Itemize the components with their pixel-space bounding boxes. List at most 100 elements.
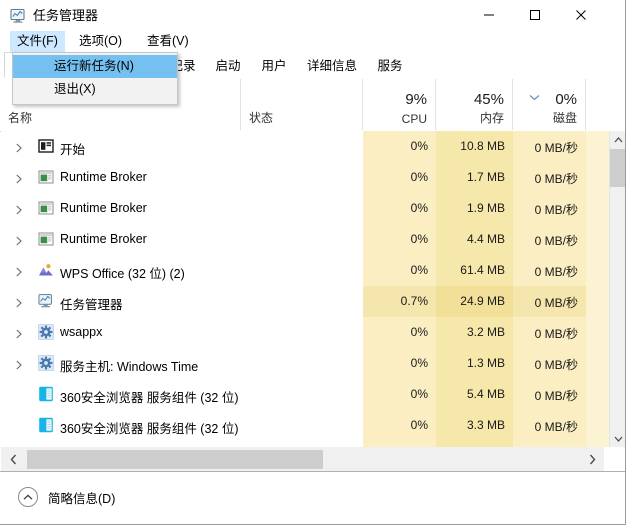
column-header-disk[interactable]: 0% 磁盘 — [512, 79, 585, 130]
horizontal-scrollbar[interactable] — [1, 447, 625, 471]
chevron-right-icon[interactable] — [15, 173, 23, 184]
process-disk-cell: 0 MB/秒 — [513, 193, 586, 224]
column-header-spacer — [585, 79, 625, 130]
process-name-cell: WPS Office (32 位) (2) — [1, 255, 241, 286]
scroll-left-icon[interactable] — [1, 447, 25, 471]
table-row[interactable]: Runtime Broker 0% 1.7 MB 0 MB/秒 — [1, 162, 609, 193]
chevron-right-icon[interactable] — [15, 142, 23, 153]
cpu-total-percent: 9% — [405, 91, 427, 108]
vertical-scrollbar[interactable] — [609, 131, 625, 447]
start-window-icon — [38, 138, 54, 154]
menu-view[interactable]: 查看(V) — [140, 31, 196, 52]
column-header-memory[interactable]: 45% 内存 — [435, 79, 512, 130]
tab-4[interactable]: 用户 — [252, 52, 296, 78]
process-name-cell: Runtime Broker — [1, 162, 241, 193]
column-header-status[interactable]: 状态 — [240, 79, 540, 130]
process-name-cell: 服务主机: Windows Time — [1, 348, 241, 379]
tab-3[interactable]: 启动 — [206, 52, 250, 78]
process-status-cell — [241, 255, 363, 286]
process-disk-cell: 0 MB/秒 — [513, 286, 586, 317]
row-tail-cell — [586, 193, 609, 224]
tab-5[interactable]: 详细信息 — [298, 52, 366, 78]
table-row[interactable]: WPS Office (32 位) (2) 0% 61.4 MB 0 MB/秒 — [1, 255, 609, 286]
fewer-details-button[interactable]: 简略信息(D) — [18, 486, 115, 508]
chevron-right-icon[interactable] — [15, 266, 23, 277]
table-row[interactable]: 360安全浏览器 服务组件 (32 位) 0% 5.4 MB 0 MB/秒 — [1, 379, 609, 410]
table-row[interactable]: Runtime Broker 0% 4.4 MB 0 MB/秒 — [1, 224, 609, 255]
process-disk-value: 0 MB/秒 — [534, 141, 578, 155]
process-name-cell: Runtime Broker — [1, 193, 241, 224]
process-memory-value: 3.2 MB — [466, 325, 505, 339]
process-memory-cell: 10.8 MB — [436, 131, 513, 162]
process-cpu-cell: 0% — [363, 410, 436, 441]
process-cpu-cell: 0.7% — [363, 286, 436, 317]
process-memory-value: 24.9 MB — [460, 294, 505, 308]
process-memory-cell: 3.2 MB — [436, 317, 513, 348]
table-row[interactable]: wsappx 0% 3.2 MB 0 MB/秒 — [1, 317, 609, 348]
column-header-cpu-label: CPU — [401, 112, 427, 126]
table-row[interactable]: 开始 0% 10.8 MB 0 MB/秒 — [1, 131, 609, 162]
scroll-down-icon[interactable] — [610, 430, 625, 447]
menu-options[interactable]: 选项(O) — [72, 31, 129, 52]
process-disk-cell: 0 MB/秒 — [513, 379, 586, 410]
file-dropdown-menu: 运行新任务(N) 退出(X) — [12, 52, 178, 105]
menu-file[interactable]: 文件(F) — [10, 31, 65, 52]
process-name-label: Runtime Broker — [60, 232, 147, 246]
process-memory-value: 4.4 MB — [466, 232, 505, 246]
column-header-status-label: 状态 — [249, 111, 274, 125]
chevron-right-icon[interactable] — [15, 328, 23, 339]
column-header-cpu[interactable]: 9% CPU — [362, 79, 435, 130]
row-tail-cell — [586, 286, 609, 317]
task-manager-window: 任务管理器 进程性能应用历史记录启动用户详细信息服务 文件(F) 选项(O) 查… — [0, 0, 626, 525]
process-memory-cell: 4.4 MB — [436, 224, 513, 255]
chevron-right-icon[interactable] — [15, 297, 23, 308]
process-cpu-cell: 0% — [363, 193, 436, 224]
process-list[interactable]: 开始 0% 10.8 MB 0 MB/秒 Runtime Broker 0% 1.7 MB 0… — [1, 131, 609, 447]
process-status-cell — [241, 348, 363, 379]
process-memory-cell: 3.3 MB — [436, 410, 513, 441]
chevron-right-icon[interactable] — [15, 204, 23, 215]
process-status-cell — [241, 379, 363, 410]
tab-6[interactable]: 服务 — [368, 52, 412, 78]
process-disk-cell: 0 MB/秒 — [513, 162, 586, 193]
generic-window-icon — [38, 169, 54, 185]
process-name-cell: 360安全浏览器 服务组件 (32 位) — [1, 379, 241, 410]
row-tail-cell — [586, 162, 609, 193]
chevron-right-icon[interactable] — [15, 359, 23, 370]
scroll-right-icon[interactable] — [580, 447, 604, 471]
footer-bar: 简略信息(D) 结束任务(E) — [0, 471, 625, 524]
process-name-label: Runtime Broker — [60, 201, 147, 215]
horizontal-scrollbar-thumb[interactable] — [27, 450, 323, 469]
process-name-label: WPS Office (32 位) (2) — [60, 267, 185, 281]
process-memory-cell: 24.9 MB — [436, 286, 513, 317]
process-name-label: 任务管理器 — [60, 298, 123, 312]
row-tail-cell — [586, 348, 609, 379]
process-disk-value: 0 MB/秒 — [534, 172, 578, 186]
menu-item-run-new-task[interactable]: 运行新任务(N) — [13, 55, 177, 78]
generic-window-icon — [38, 231, 54, 247]
table-row[interactable]: 服务主机: Windows Time 0% 1.3 MB 0 MB/秒 — [1, 348, 609, 379]
process-cpu-value: 0% — [410, 418, 428, 432]
process-name-label: 360安全浏览器 服务组件 (32 位) — [60, 391, 239, 405]
table-row[interactable]: Runtime Broker 0% 1.9 MB 0 MB/秒 — [1, 193, 609, 224]
process-disk-value: 0 MB/秒 — [534, 203, 578, 217]
table-row[interactable]: 360安全浏览器 服务组件 (32 位) 0% 3.3 MB 0 MB/秒 — [1, 410, 609, 441]
gear-icon — [38, 355, 54, 371]
minimize-button[interactable] — [466, 0, 512, 30]
process-memory-value: 3.3 MB — [466, 418, 505, 432]
disk-total-percent: 0% — [555, 91, 577, 108]
table-row[interactable]: 任务管理器 0.7% 24.9 MB 0 MB/秒 — [1, 286, 609, 317]
chevron-up-circle-icon — [18, 487, 38, 507]
scroll-up-icon[interactable] — [610, 131, 625, 148]
column-header-name-label: 名称 — [8, 111, 33, 125]
process-cpu-cell: 0% — [363, 317, 436, 348]
menu-item-exit[interactable]: 退出(X) — [13, 78, 177, 101]
process-cpu-value: 0% — [410, 387, 428, 401]
vertical-scrollbar-thumb[interactable] — [610, 149, 625, 187]
process-disk-cell: 0 MB/秒 — [513, 131, 586, 162]
maximize-button[interactable] — [512, 0, 558, 30]
process-disk-cell: 0 MB/秒 — [513, 410, 586, 441]
close-button[interactable] — [558, 0, 604, 30]
chevron-right-icon[interactable] — [15, 235, 23, 246]
process-status-cell — [241, 410, 363, 441]
